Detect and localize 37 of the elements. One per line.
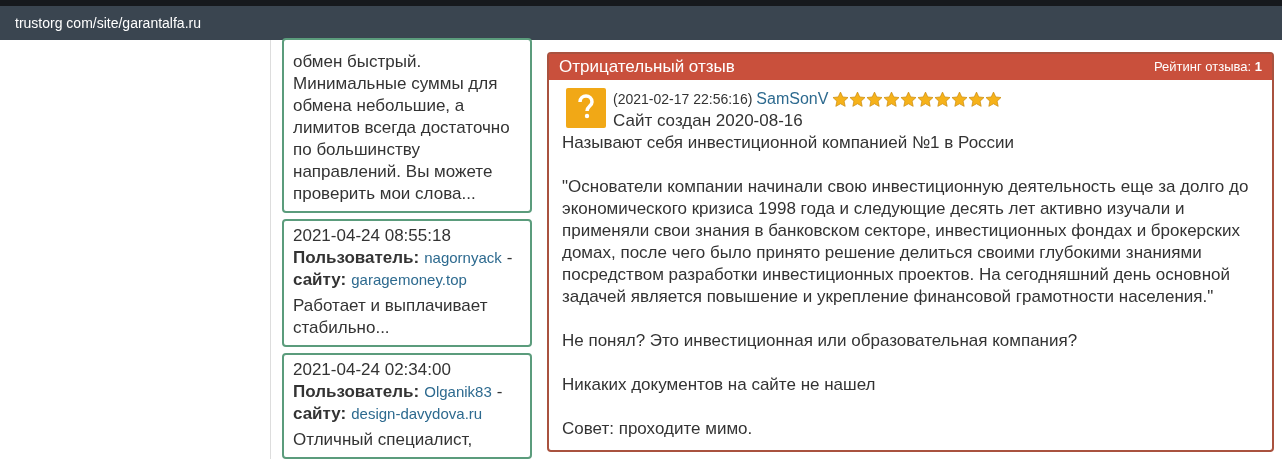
review-text: Совет: проходите мимо. (562, 418, 754, 440)
star-icon (951, 90, 969, 108)
star-icon (900, 90, 918, 108)
author-link[interactable]: SamSonV (756, 88, 829, 110)
site-link[interactable]: design-davydova.ru (351, 403, 483, 425)
site-label: сайту: (293, 403, 347, 425)
review-text: Называют себя инвестиционной компанией №1 в России (562, 132, 1016, 154)
separator: - (496, 381, 503, 403)
review-text: Не понял? Это инвестиционная или образовательная компания? (562, 330, 1079, 352)
star-icon (917, 90, 935, 108)
user-label: Пользователь: (293, 247, 420, 269)
review-text: Никаких документов на сайте не нашел (562, 374, 877, 396)
separator: - (506, 247, 513, 269)
star-icon (849, 90, 867, 108)
site-label: сайту: (293, 269, 347, 291)
star-icon (968, 90, 986, 108)
review-text: "Основатели компании начинали свою инвестиционную деятельность еще за долго до экономического кризиса 1998 года и следующие десять лет активно изучали и применяли свои знания в банковском секторе, инвестиционных фондах и брокерских домах, после чего было принято решение делиться своими глубокими знаниями посредством разработки инвестиционных проектов. На сегодняшний день основной задачей является повышение и укрепление финансовой грамотности населения." (562, 176, 1250, 308)
review-text: Сайт создан 2020-08-16 (613, 110, 804, 132)
feed-date: 2021-04-24 08:55:18 (293, 225, 452, 247)
site-link[interactable]: garagemoney.top (351, 269, 467, 291)
feed-date: 2021-04-24 02:34:00 (293, 359, 452, 381)
url-text: trustorg com/site/garantalfa.ru (15, 13, 201, 33)
star-icon (934, 90, 952, 108)
feed-text: Отличный специалист, (293, 429, 474, 451)
feed-text: обмен быстрый. Минимальные суммы для обмена небольшие, а лимитов всегда достаточно по большинству направлений. Вы можете проверить мои слова... (293, 51, 511, 205)
star-icon (985, 90, 1003, 108)
feed-text: Работает и выплачивает стабильно... (293, 295, 489, 339)
review-date: (2021-02-17 22:56:16) (613, 90, 753, 109)
star-icon (866, 90, 884, 108)
user-link[interactable]: Olganik83 (424, 381, 492, 403)
user-label: Пользователь: (293, 381, 420, 403)
review-title: Отрицательный отзыв (559, 56, 735, 79)
star-icon (883, 90, 901, 108)
review-rating: Рейтинг отзыва: 1 (1154, 58, 1262, 77)
star-icon (832, 90, 850, 108)
avatar-icon (566, 88, 606, 128)
user-link[interactable]: nagornyack (424, 247, 502, 269)
